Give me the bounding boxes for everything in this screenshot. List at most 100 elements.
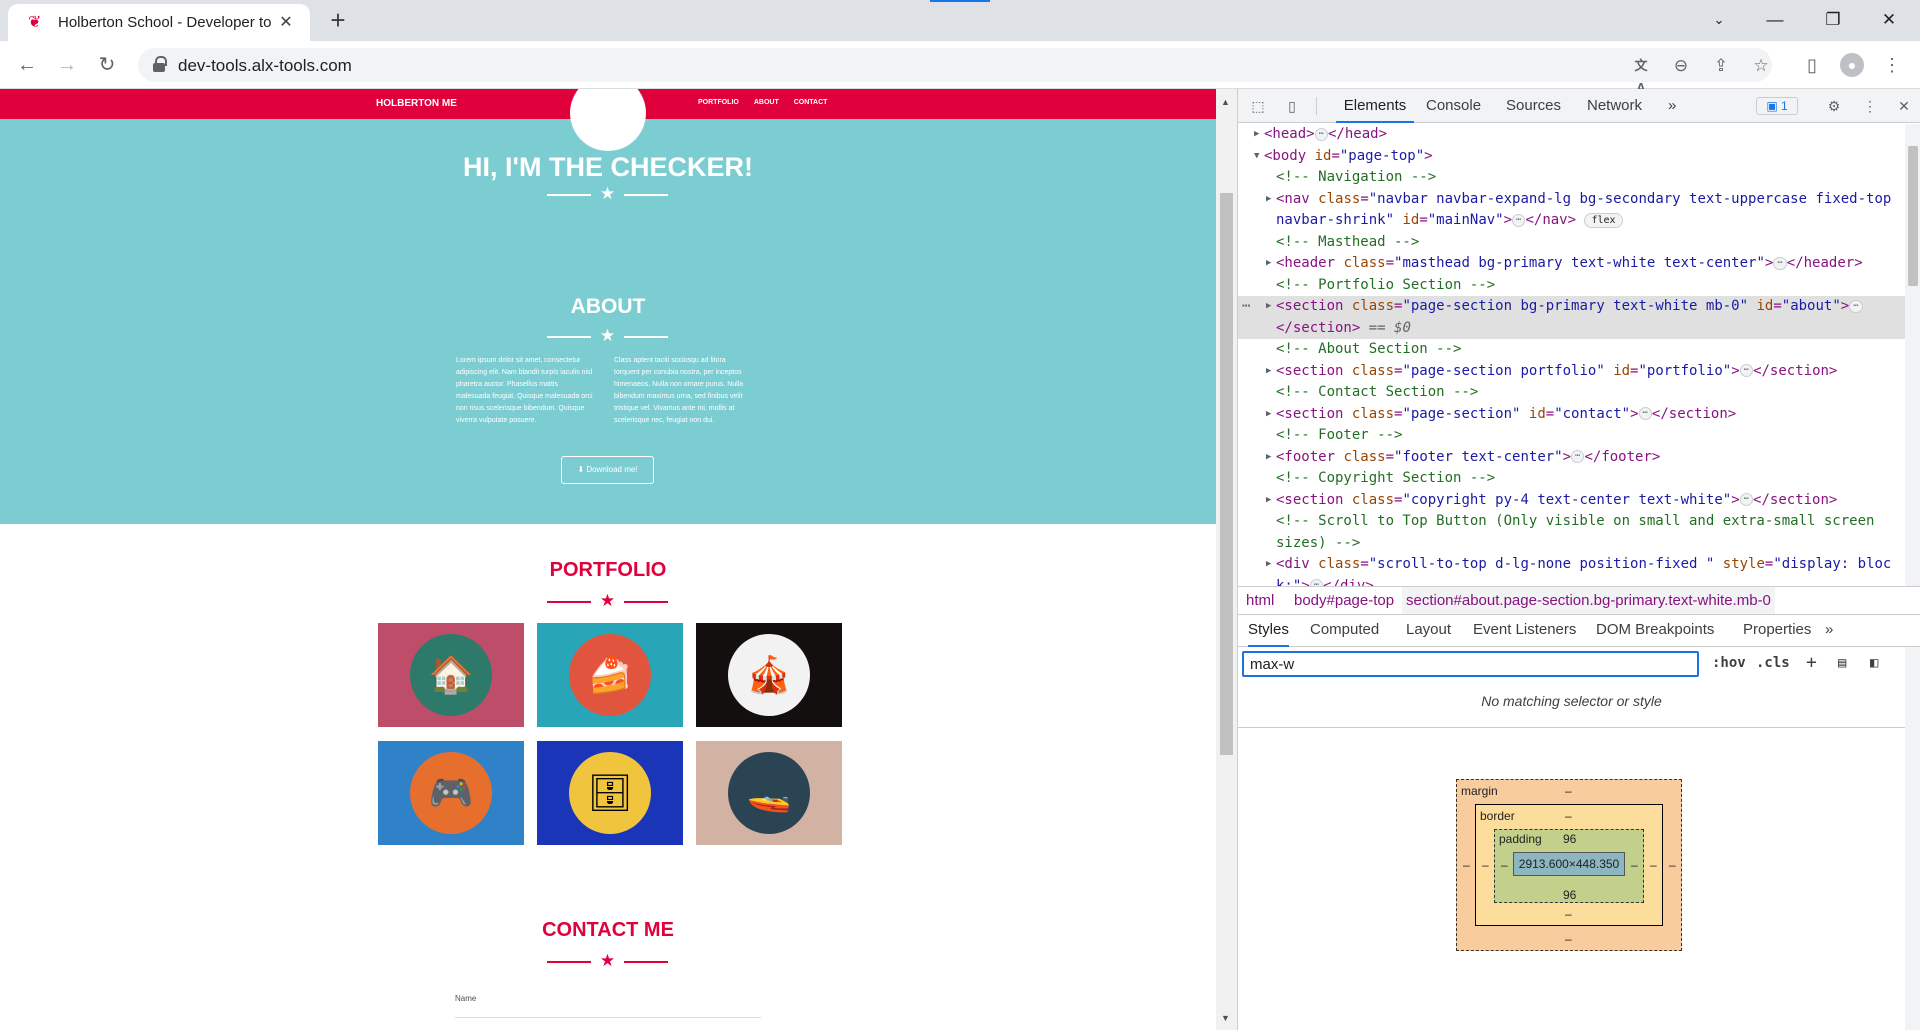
address-bar[interactable]: dev-tools.alx-tools.com 文A ⊖ ⇪ ☆ [138, 48, 1772, 95]
url-text[interactable]: dev-tools.alx-tools.com [178, 56, 352, 76]
box-model-content[interactable]: 2913.600×448.350 [1513, 852, 1625, 876]
back-icon[interactable]: ← [13, 51, 41, 79]
cls-toggle[interactable]: .cls [1756, 654, 1790, 672]
expand-arrow-icon[interactable]: ▶ [1266, 447, 1276, 469]
tab-sources[interactable]: Sources [1506, 89, 1561, 123]
dom-node-nav-cont[interactable]: navbar-shrink" id="mainNav"> ⋯ </nav> flex [1238, 210, 1905, 232]
new-style-rule-icon[interactable]: + [1806, 654, 1817, 672]
expand-arrow-icon[interactable]: ▶ [1266, 253, 1276, 275]
inspect-element-icon[interactable]: ⬚ [1248, 96, 1268, 116]
dom-comment[interactable]: <!-- Copyright Section --> [1238, 468, 1905, 490]
tab-styles[interactable]: Styles [1248, 615, 1289, 647]
box-model-margin[interactable]: margin – – – – border – – – – padding 96… [1456, 779, 1682, 951]
share-icon[interactable]: ⇪ [1710, 55, 1732, 77]
styles-scrollbar[interactable] [1905, 647, 1920, 1030]
dom-node-div-scroll[interactable]: ▶ <div class="scroll-to-top d-lg-none po… [1238, 554, 1905, 576]
gear-icon[interactable]: ⚙ [1824, 96, 1844, 116]
dom-tree-scrollbar[interactable] [1905, 124, 1920, 586]
expand-arrow-icon[interactable]: ▶ [1266, 404, 1276, 426]
expand-arrow-icon[interactable]: ▶ [1266, 296, 1276, 318]
node-actions-icon[interactable]: ⋯ [1242, 296, 1250, 318]
portfolio-item-circus[interactable]: 🎪 [696, 623, 842, 727]
more-panels-icon[interactable]: » [1825, 615, 1833, 647]
device-toolbar-icon[interactable]: ▯ [1282, 96, 1302, 116]
page-scrollbar[interactable]: ▲ ▼ [1216, 89, 1237, 1030]
collapsed-dots[interactable]: ⋯ [1739, 493, 1754, 506]
forward-icon[interactable]: → [53, 51, 81, 79]
portfolio-item-submarine[interactable]: 🚤 [696, 741, 842, 845]
dom-node-section-about-close[interactable]: </section> == $0 [1238, 317, 1905, 339]
breadcrumb-html[interactable]: html [1246, 587, 1274, 614]
profile-avatar-icon[interactable]: ● [1840, 53, 1864, 77]
styles-filter-input[interactable] [1242, 651, 1699, 677]
maximize-button[interactable]: ❐ [1810, 6, 1856, 34]
dom-comment[interactable]: <!-- Portfolio Section --> [1238, 275, 1905, 297]
tab-layout[interactable]: Layout [1406, 615, 1451, 647]
new-tab-button[interactable]: + [326, 7, 350, 33]
tab-close-icon[interactable]: ✕ [276, 13, 296, 33]
expand-arrow-icon[interactable]: ▶ [1254, 124, 1264, 146]
margin-left[interactable]: – [1463, 858, 1470, 872]
portfolio-item-cabin[interactable]: 🏠 [378, 623, 524, 727]
site-brand[interactable]: HOLBERTON ME [376, 98, 457, 109]
dom-tree-scrollbar-thumb[interactable] [1908, 146, 1918, 286]
collapse-arrow-icon[interactable]: ▼ [1254, 146, 1264, 168]
side-panel-icon[interactable]: ▯ [1800, 53, 1824, 77]
tab-console[interactable]: Console [1426, 89, 1481, 123]
window-close-button[interactable]: ✕ [1866, 6, 1912, 34]
border-left[interactable]: – [1482, 858, 1489, 872]
tab-dom-breakpoints[interactable]: DOM Breakpoints [1596, 615, 1714, 647]
paint-brush-icon[interactable]: ▤ [1838, 654, 1846, 672]
dom-comment[interactable]: <!-- Navigation --> [1238, 167, 1905, 189]
hov-toggle[interactable]: :hov [1712, 654, 1746, 672]
lock-icon[interactable] [152, 56, 167, 72]
tab-network[interactable]: Network [1587, 89, 1642, 123]
download-button[interactable]: ⬇ Download me! [561, 456, 654, 484]
dom-comment[interactable]: <!-- Contact Section --> [1238, 382, 1905, 404]
padding-right[interactable]: – [1631, 858, 1638, 872]
border-bottom[interactable]: – [1565, 907, 1572, 921]
dom-node-div-scroll-cont[interactable]: k;"> ⋯ </div> [1238, 576, 1905, 586]
collapsed-dots[interactable]: ⋯ [1638, 407, 1652, 420]
dom-comment[interactable]: <!-- Footer --> [1238, 425, 1905, 447]
collapsed-dots[interactable]: ⋯ [1571, 450, 1585, 463]
dom-node-nav[interactable]: ▶ <nav class="navbar navbar-expand-lg bg… [1238, 189, 1905, 211]
tab-event-listeners[interactable]: Event Listeners [1473, 615, 1576, 647]
dom-node-section-about[interactable]: ⋯ ▶ <section class="page-section bg-prim… [1238, 296, 1905, 318]
dom-node-header[interactable]: ▶ <header class="masthead bg-primary tex… [1238, 253, 1905, 275]
padding-bottom[interactable]: 96 [1563, 888, 1576, 902]
padding-left[interactable]: – [1501, 858, 1508, 872]
collapsed-dots[interactable]: ⋯ [1849, 299, 1863, 313]
dom-comment[interactable]: <!-- Masthead --> [1238, 232, 1905, 254]
nav-portfolio[interactable]: PORTFOLIO [698, 99, 739, 106]
scroll-down-icon[interactable]: ▼ [1221, 1013, 1230, 1023]
close-icon[interactable]: ✕ [1894, 96, 1914, 116]
dom-node-section-copyright[interactable]: ▶ <section class="copyright py-4 text-ce… [1238, 490, 1905, 512]
dom-node-footer[interactable]: ▶ <footer class="footer text-center"> ⋯ </… [1238, 447, 1905, 469]
padding-top[interactable]: 96 [1563, 832, 1576, 846]
tab-properties[interactable]: Properties [1743, 615, 1811, 647]
border-right[interactable]: – [1650, 858, 1657, 872]
tab-elements[interactable]: Elements [1336, 89, 1414, 123]
dom-node-section-contact[interactable]: ▶ <section class="page-section" id="cont… [1238, 404, 1905, 426]
dom-node-head[interactable]: ▶ <head> ⋯ </head> [1238, 124, 1905, 146]
border-top[interactable]: – [1565, 809, 1572, 823]
box-model-padding[interactable]: padding 96 96 – – 2913.600×448.350 [1494, 829, 1644, 903]
issues-badge[interactable]: ▣ 1 [1756, 97, 1798, 115]
expand-arrow-icon[interactable]: ▶ [1266, 490, 1276, 512]
scroll-up-icon[interactable]: ▲ [1221, 97, 1230, 107]
nav-about[interactable]: ABOUT [754, 99, 779, 106]
more-tabs-icon[interactable]: » [1668, 89, 1676, 123]
expand-arrow-icon[interactable]: ▶ [1266, 189, 1276, 211]
portfolio-item-cake[interactable]: 🍰 [537, 623, 683, 727]
collapsed-dots[interactable]: ⋯ [1314, 127, 1328, 141]
margin-top[interactable]: – [1565, 784, 1572, 798]
nav-contact[interactable]: CONTACT [794, 99, 828, 106]
margin-right[interactable]: – [1669, 858, 1676, 872]
tab-search-icon[interactable]: ⌄ [1696, 6, 1742, 34]
page-scrollbar-thumb[interactable] [1220, 193, 1233, 755]
zoom-icon[interactable]: ⊖ [1670, 55, 1692, 77]
box-model-border[interactable]: border – – – – padding 96 96 – – 2913.60… [1475, 804, 1663, 926]
expand-arrow-icon[interactable]: ▶ [1266, 554, 1276, 576]
portfolio-item-safe[interactable]: 🗄 [537, 741, 683, 845]
